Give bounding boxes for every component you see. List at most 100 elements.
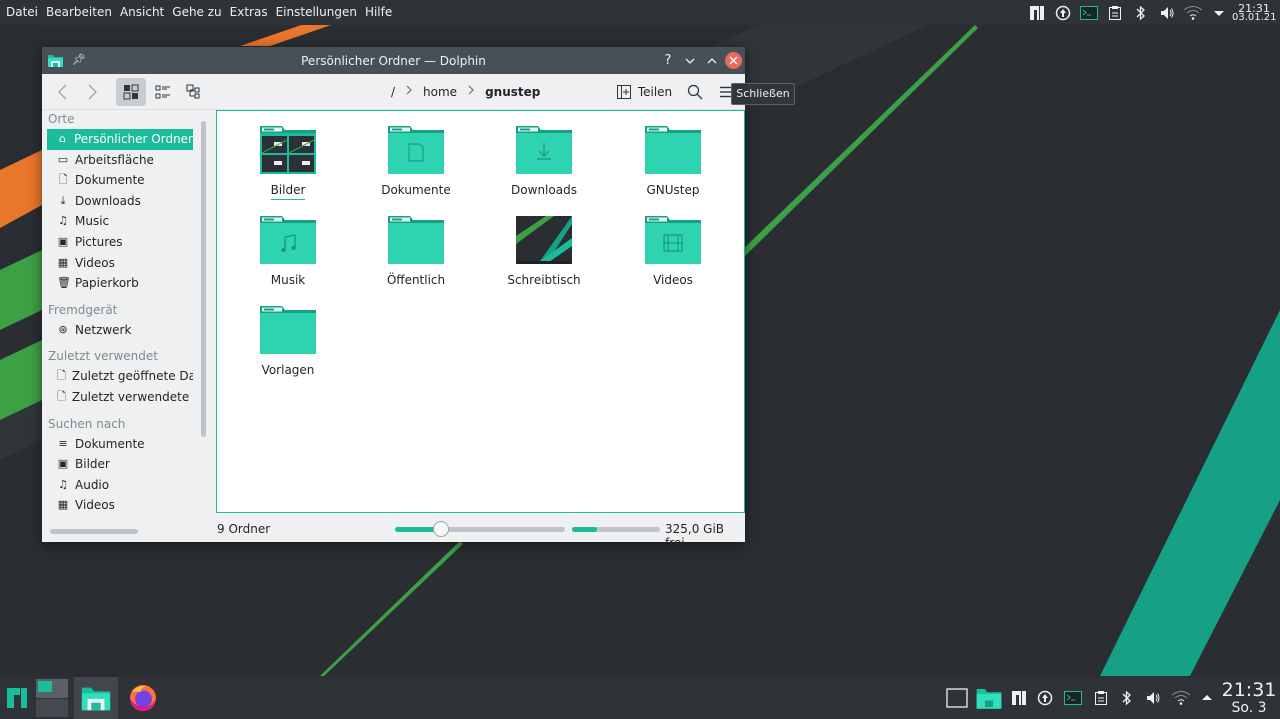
compact-view-button[interactable] [150, 78, 176, 106]
sidebar-item-pictures[interactable]: ▣ Pictures [47, 232, 193, 253]
menu-settings[interactable]: Einstellungen [272, 0, 361, 25]
volume-icon[interactable] [1154, 0, 1180, 25]
file-item-public[interactable]: Öffentlich [361, 216, 471, 287]
file-item-templates[interactable]: Vorlagen [233, 306, 343, 377]
folder-icon [645, 126, 701, 174]
wifi-icon[interactable] [1180, 0, 1206, 25]
taskbar-dolphin[interactable] [74, 677, 118, 719]
icons-view-button[interactable] [116, 78, 146, 106]
dolphin-app-icon[interactable] [47, 52, 64, 69]
maximize-button[interactable] [703, 52, 721, 70]
clipboard-icon[interactable] [1102, 0, 1128, 25]
details-view-button[interactable] [181, 78, 207, 106]
close-tooltip: Schließen [731, 83, 795, 105]
file-item-label: Downloads [511, 183, 577, 197]
menu-edit[interactable]: Bearbeiten [42, 0, 116, 25]
help-button[interactable]: ? [659, 52, 677, 70]
top-clock[interactable]: 21:31 03.01.21 [1232, 3, 1280, 23]
clipboard-button[interactable] [1088, 677, 1114, 719]
forward-button[interactable] [79, 78, 105, 106]
recent-file-icon: 🗋︎ [57, 369, 66, 383]
sidebar-item-label: Videos [75, 498, 115, 513]
sidebar-item-label: Dokumente [75, 173, 145, 188]
wifi-button[interactable] [1166, 677, 1196, 719]
terminal-icon[interactable] [1076, 0, 1102, 25]
tray-expand-button[interactable] [1196, 677, 1218, 719]
manjaro-settings-button[interactable] [1006, 677, 1032, 719]
pin-icon[interactable]: 📌︎ [72, 53, 86, 66]
pager-button[interactable] [34, 677, 70, 719]
search-button[interactable] [683, 78, 707, 106]
sidebar-item-label: Bilder [75, 457, 110, 472]
menu-file[interactable]: Datei [2, 0, 42, 25]
share-button[interactable]: Teilen [613, 78, 675, 106]
virtual-desktop-icon [36, 679, 68, 717]
update-button[interactable] [1032, 677, 1058, 719]
breadcrumb-root[interactable]: / [385, 85, 401, 99]
sidebar-item-recent-locations[interactable]: 🗋︎ Zuletzt verwendete Orte [47, 387, 193, 408]
top-clock-date: 03.01.21 [1232, 11, 1277, 23]
show-desktop-button[interactable] [942, 677, 972, 719]
music-icon: ♫ [58, 214, 68, 228]
file-item-downloads[interactable]: Downloads [489, 126, 599, 197]
file-item-desktop[interactable]: Schreibtisch [489, 216, 599, 287]
panel-clock[interactable]: 21:31 So. 3 [1218, 680, 1280, 716]
pictures-folder-icon [260, 126, 316, 174]
application-launcher[interactable] [0, 677, 34, 719]
breadcrumb-home[interactable]: home [417, 85, 463, 99]
download-icon: ⤓ [60, 193, 66, 207]
sidebar-item-trash[interactable]: 🗑︎ Papierkorb [47, 273, 193, 294]
volume-button[interactable] [1140, 677, 1166, 719]
tray-expand-icon[interactable] [1206, 0, 1232, 25]
details-view-icon [186, 84, 200, 99]
menu-help[interactable]: Hilfe [361, 0, 396, 25]
sidebar-item-documents[interactable]: 🗋︎ Dokumente [47, 170, 193, 191]
folder-count: 9 Ordner [217, 522, 271, 536]
file-item-pictures[interactable]: Bilder [233, 126, 343, 200]
menu-go[interactable]: Gehe zu [168, 0, 225, 25]
window-titlebar[interactable]: 📌︎ Persönlicher Ordner — Dolphin ? [42, 47, 745, 74]
bluetooth-icon[interactable] [1128, 0, 1154, 25]
zoom-slider-handle[interactable] [432, 521, 449, 537]
file-item-videos[interactable]: Videos [618, 216, 728, 287]
bluetooth-button[interactable] [1114, 677, 1140, 719]
sidebar-item-search-documents[interactable]: ≡ Dokumente [47, 434, 193, 455]
bottom-panel: 21:31 So. 3 [0, 677, 1280, 719]
file-item-gnustep[interactable]: GNUstep [618, 126, 728, 197]
sidebar-item-downloads[interactable]: ⤓ Downloads [47, 191, 193, 212]
sidebar-item-music[interactable]: ♫ Music [47, 211, 193, 232]
sidebar-item-search-images[interactable]: ▣ Bilder [47, 454, 193, 475]
sidebar-item-label: Zuletzt verwendete Orte [71, 389, 193, 404]
file-item-label: Videos [653, 273, 693, 287]
zoom-slider[interactable] [395, 521, 565, 537]
back-button[interactable] [50, 78, 76, 106]
sidebar-item-home[interactable]: ⌂ Persönlicher Ordner [47, 129, 193, 150]
manjaro-logo-icon [1012, 691, 1026, 705]
menu-view[interactable]: Ansicht [116, 0, 168, 25]
manjaro-logo-icon[interactable] [1024, 0, 1050, 25]
sidebar-item-videos[interactable]: ▦ Videos [47, 253, 193, 274]
close-button[interactable] [725, 52, 742, 69]
chevron-down-icon [685, 58, 695, 64]
panel-clock-date: So. 3 [1231, 700, 1267, 716]
dolphin-tray-button[interactable] [972, 677, 1006, 719]
sidebar-item-recent-files[interactable]: 🗋︎ Zuletzt geöffnete Dateien [47, 366, 193, 387]
sidebar-item-search-audio[interactable]: ♫ Audio [47, 475, 193, 496]
file-item-label: Musik [270, 273, 306, 287]
taskbar-firefox[interactable] [124, 677, 162, 719]
file-item-documents[interactable]: Dokumente [361, 126, 471, 197]
minimize-button[interactable] [681, 52, 699, 70]
sidebar-scrollbar[interactable] [201, 121, 206, 437]
disk-space-bar [572, 527, 660, 532]
file-view[interactable]: Bilder Dokumente Downloads GNUstep Musik… [216, 110, 745, 513]
menu-tools[interactable]: Extras [226, 0, 272, 25]
panel-clock-time: 21:31 [1221, 679, 1277, 701]
breadcrumb-current[interactable]: gnustep [479, 85, 546, 99]
wifi-icon [1171, 691, 1191, 705]
file-item-music[interactable]: Musik [233, 216, 343, 287]
sidebar-item-desktop[interactable]: ▭ Arbeitsfläche [47, 150, 193, 171]
sidebar-item-search-videos[interactable]: ▦ Videos [47, 495, 193, 516]
sidebar-item-network[interactable]: ⊛ Netzwerk [47, 320, 193, 341]
terminal-button[interactable] [1058, 677, 1088, 719]
update-icon[interactable] [1050, 0, 1076, 25]
